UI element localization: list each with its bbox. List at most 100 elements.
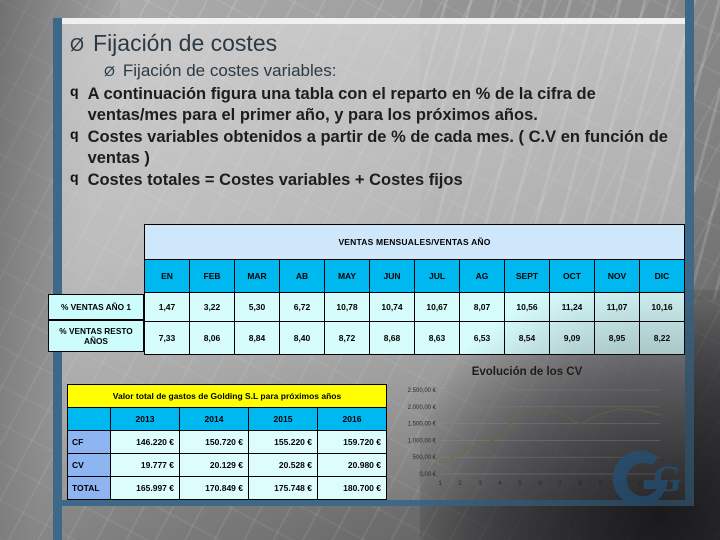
square-bullet-icon: q [70, 169, 79, 186]
monthly-data-cell: 8,40 [279, 321, 325, 355]
monthly-data-cell: 8,95 [594, 321, 640, 355]
monthly-data-cell: 8,54 [504, 321, 550, 355]
square-bullet-icon: q [70, 126, 79, 143]
monthly-data-cell: 10,56 [504, 292, 550, 322]
monthly-data-cell: 11,07 [594, 292, 640, 322]
totals-row-label: CF [67, 430, 111, 454]
totals-data-cell: 155.220 € [248, 430, 318, 454]
slide-heading: Ø Fijación de costes [70, 30, 686, 57]
totals-data-cell: 20.980 € [317, 453, 387, 477]
right-accent-bar [685, 0, 694, 506]
monthly-data-cell: 8,68 [369, 321, 415, 355]
month-header-cell: OCT [549, 259, 595, 293]
chart-y-tick-labels: 0,00 € 500,00 € 1.000,00 € 1.500,00 € 2.000,… [408, 388, 437, 478]
arrow-bullet-icon: Ø [104, 63, 115, 79]
table-row: CV 19.777 €20.129 €20.528 €20.980 € [67, 453, 387, 477]
square-bullet-icon: q [70, 83, 79, 99]
monthly-data-cell: 5,30 [234, 292, 280, 322]
month-header-cell: MAY [324, 259, 370, 293]
totals-data-cell: 19.777 € [110, 453, 180, 477]
monthly-data-cell: 8,72 [324, 321, 370, 355]
totals-table: Valor total de gastos de Golding S.L par… [67, 384, 387, 500]
totals-data-cell: 20.528 € [248, 453, 318, 477]
table-row: EN FEB MAR AB MAY JUN JUL AG SEPT OCT NOV DIC [144, 259, 685, 293]
bullet-label: Costes totales = Costes variables + Cost… [87, 171, 463, 190]
monthly-row-label: % VENTAS RESTO AÑOS [48, 320, 144, 352]
totals-data-cell: 146.220 € [110, 430, 180, 454]
chart-y-tick-label: 1.000,00 € [408, 438, 437, 444]
totals-table-title: Valor total de gastos de Golding S.L par… [67, 384, 387, 408]
chart-x-tick-label: 3 [478, 480, 482, 487]
month-header-cell: AB [279, 259, 325, 293]
monthly-data-cell: 10,16 [639, 292, 685, 322]
monthly-data-cell: 1,47 [144, 292, 190, 322]
chart-x-tick-label: 8 [578, 480, 582, 487]
month-header-cell: SEPT [504, 259, 550, 293]
monthly-data-cell: 8,06 [189, 321, 235, 355]
monthly-data-cell: 6,72 [279, 292, 325, 322]
monthly-data-cell: 6,53 [459, 321, 505, 355]
chart-x-tick-label: 7 [558, 480, 562, 487]
monthly-data-cell: 7,33 [144, 321, 190, 355]
monthly-data-cell: 3,22 [189, 292, 235, 322]
totals-year-header: 2013 [110, 407, 180, 431]
totals-year-header: 2016 [317, 407, 387, 431]
totals-data-cell: 20.129 € [179, 453, 249, 477]
table-row: VENTAS MENSUALES/VENTAS AÑO [144, 224, 685, 260]
table-row: Valor total de gastos de Golding S.L par… [67, 384, 387, 408]
totals-data-cell: 165.997 € [110, 476, 180, 500]
monthly-data-cell: 10,78 [324, 292, 370, 322]
month-header-cell: JUN [369, 259, 415, 293]
monthly-data-cell: 9,09 [549, 321, 595, 355]
totals-data-cell: 170.849 € [179, 476, 249, 500]
bullet-label: Costes variables obtenidos a partir de %… [87, 128, 668, 168]
monthly-data-cell: 8,84 [234, 321, 280, 355]
totals-data-cell: 159.720 € [317, 430, 387, 454]
slide-subheading: Ø Fijación de costes variables: [104, 61, 686, 81]
logo-letter: G [653, 458, 682, 499]
monthly-data-cell: 11,24 [549, 292, 595, 322]
top-white-rule [62, 18, 686, 24]
slide-canvas: Ø Fijación de costes Ø Fijación de coste… [0, 0, 720, 540]
chart-y-tick-label: 1.500,00 € [408, 422, 437, 428]
golding-logo: G [612, 450, 682, 506]
monthly-row-label: % VENTAS AÑO 1 [48, 294, 144, 320]
bullet-item: q Costes totales = Costes variables + Co… [70, 170, 686, 191]
table-row: 2013 2014 2015 2016 [67, 407, 387, 431]
table-row: CF 146.220 €150.720 €155.220 €159.720 € [67, 430, 387, 454]
month-header-cell: NOV [594, 259, 640, 293]
chart-y-tick-label: 0,00 € [419, 472, 436, 478]
totals-row-label: CV [67, 453, 111, 477]
month-header-cell: AG [459, 259, 505, 293]
month-header-cell: FEB [189, 259, 235, 293]
left-accent-bar [53, 18, 62, 540]
totals-data-cell: 150.720 € [179, 430, 249, 454]
chart-x-tick-label: 4 [498, 480, 502, 487]
month-header-cell: DIC [639, 259, 685, 293]
chart-x-tick-label: 2 [458, 480, 462, 487]
chart-y-tick-label: 2.000,00 € [408, 405, 437, 411]
text-block: Ø Fijación de costes Ø Fijación de coste… [66, 26, 686, 192]
monthly-data-cell: 8,22 [639, 321, 685, 355]
bullet-item: q A continuación figura una tabla con el… [70, 83, 686, 126]
totals-row-label: TOTAL [67, 476, 111, 500]
monthly-sales-table: VENTAS MENSUALES/VENTAS AÑO EN FEB MAR AB MA… [144, 224, 685, 355]
totals-year-header: 2015 [248, 407, 318, 431]
monthly-table-title: VENTAS MENSUALES/VENTAS AÑO [144, 224, 685, 260]
slide-subheading-label: Fijación de costes variables: [122, 61, 337, 80]
slide-heading-label: Fijación de costes [93, 30, 278, 56]
totals-corner-cell [67, 407, 111, 431]
monthly-data-cell: 10,67 [414, 292, 460, 322]
table-row: TOTAL 165.997 €170.849 €175.748 €180.700 … [67, 476, 387, 500]
table-row: 7,33 8,06 8,84 8,40 8,72 8,68 8,63 6,53 8,54 9,09… [144, 321, 685, 355]
month-header-cell: EN [144, 259, 190, 293]
bullet-label: A continuación figura una tabla con el r… [87, 85, 596, 125]
arrow-bullet-icon: Ø [70, 35, 85, 55]
totals-data-cell: 180.700 € [317, 476, 387, 500]
monthly-data-cell: 10,74 [369, 292, 415, 322]
monthly-data-cell: 8,63 [414, 321, 460, 355]
chart-title: Evolución de los CV [471, 366, 583, 378]
totals-data-cell: 175.748 € [248, 476, 318, 500]
monthly-data-cell: 8,07 [459, 292, 505, 322]
chart-y-tick-label: 500,00 € [413, 455, 437, 461]
